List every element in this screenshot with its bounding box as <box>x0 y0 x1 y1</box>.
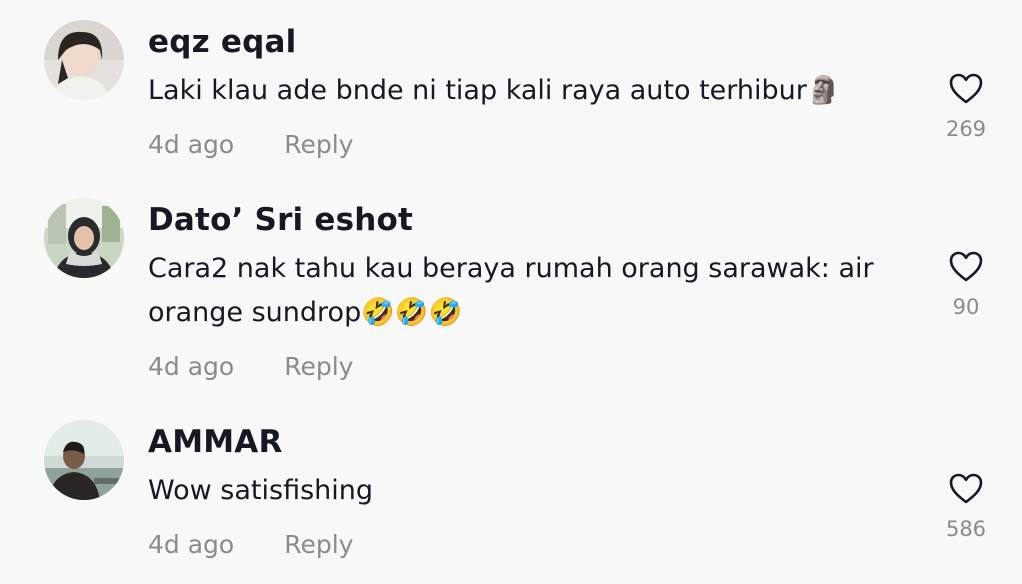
heart-outline-icon[interactable] <box>948 472 984 505</box>
comment-text: Wow satisfishing <box>148 475 374 506</box>
comment-username[interactable]: Dato’ Sri eshot <box>148 202 413 238</box>
comment-text: Cara2 nak tahu kau beraya rumah orang sa… <box>148 253 874 328</box>
comment-meta: 4d ago Reply <box>148 352 353 381</box>
like-button[interactable]: 269 <box>936 72 996 141</box>
heart-outline-icon[interactable] <box>948 250 984 283</box>
like-count: 269 <box>945 117 987 141</box>
avatar[interactable] <box>44 20 124 100</box>
avatar[interactable] <box>44 420 124 500</box>
avatar[interactable] <box>44 198 124 278</box>
heart-outline-icon[interactable] <box>948 72 984 105</box>
comment-meta: 4d ago Reply <box>148 130 353 159</box>
comment-username[interactable]: eqz eqal <box>148 24 296 60</box>
comment-meta: 4d ago Reply <box>148 530 353 559</box>
reply-button[interactable]: Reply <box>284 530 353 559</box>
comment-timestamp: 4d ago <box>148 530 235 559</box>
comment-text: Laki klau ade bnde ni tiap kali raya aut… <box>148 75 841 106</box>
comment-username[interactable]: AMMAR <box>148 424 283 460</box>
like-count: 90 <box>952 295 980 319</box>
like-button[interactable]: 90 <box>936 250 996 319</box>
comment-timestamp: 4d ago <box>148 352 235 381</box>
like-button[interactable]: 586 <box>936 472 996 541</box>
like-count: 586 <box>945 517 987 541</box>
reply-button[interactable]: Reply <box>284 130 353 159</box>
reply-button[interactable]: Reply <box>284 352 353 381</box>
comment-timestamp: 4d ago <box>148 130 235 159</box>
